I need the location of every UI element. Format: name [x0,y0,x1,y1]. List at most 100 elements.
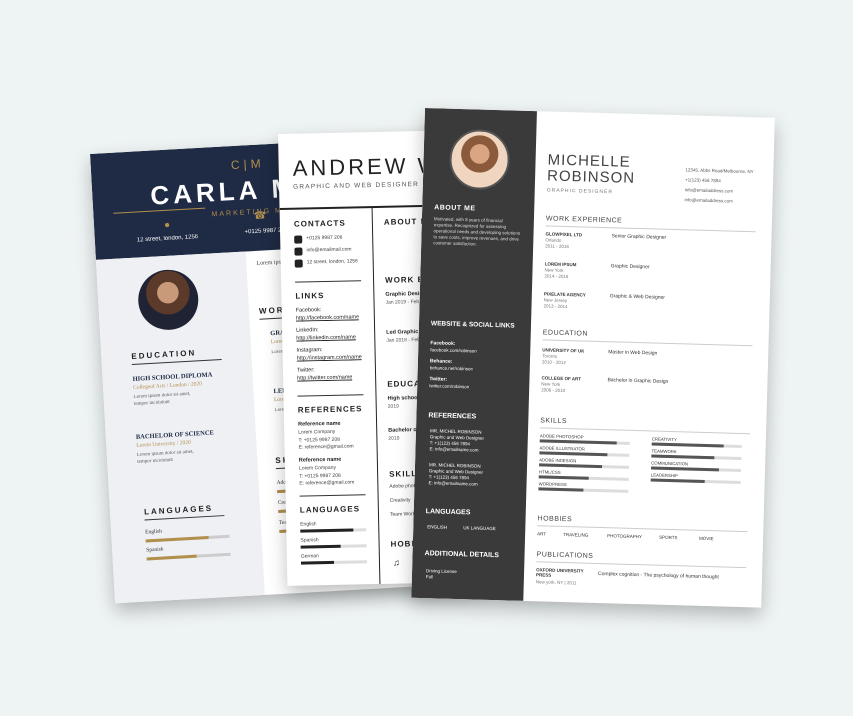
work-role: Graphic Designer [610,263,650,271]
work-place: Orlando [545,237,562,243]
skill-bar [650,478,741,484]
link-twitter[interactable]: http://twitter.com/name [297,374,352,381]
resume-michelle: ABOUT ME Motivated, with 8 years of fina… [411,108,775,608]
edu-years: 2010 - 2012 [541,359,567,366]
skill-name: TEAMWORK [651,448,677,455]
pin-icon: ● [163,219,171,231]
publications-heading: PUBLICATIONS [536,551,594,560]
lang-name: Spanish [146,546,164,554]
lang-bar [145,534,230,543]
pin-icon [294,259,303,268]
skill-bar [651,442,742,448]
hobby-item: PHOTOGRAPHY [607,533,643,540]
hobby-item: TRAVELING [563,532,589,538]
skills-heading: SKILLS [540,417,568,426]
lang-bar [300,560,368,565]
ref-heading: REFERENCES [428,412,477,421]
skill-bar [650,466,742,472]
web-facebook[interactable]: facebook.com/robinson [430,347,477,353]
ref-email: E: reference@gmail.com [299,479,355,487]
avatar [136,268,200,332]
lang-item: ENGLISH [427,524,448,530]
additional-heading: ADDITIONAL DETAILS [424,550,500,560]
divider [542,339,753,347]
languages-heading: LANGUAGES [299,504,361,515]
contact-address: 12345, Abbs Road/Melbourne, NY [685,167,754,175]
skill-name: LEADERSHIP [650,472,679,479]
divider [295,280,362,283]
lang-name: English [300,521,317,528]
lang-item: UK LANGUAGE [463,525,496,532]
edu-degree: Bachelor in Graphic Design [607,377,669,385]
andrew-title: GRAPHIC AND WEB DESIGNER [293,181,420,191]
divider [299,494,366,497]
education-heading: EDUCATION [131,348,197,361]
pub-place: New york, NY | 2011 [535,579,577,586]
carla-left-column: EDUCATION HIGH SCHOOL DIPLOMA Collegeof … [95,251,266,604]
contact-email: info@emailmail.com [306,246,352,254]
edu-text: Lorem ipsum dolor sit amet, [133,391,191,400]
phone-icon: ☎ [253,210,267,222]
contact-phone: +1(123) 456 7894 [685,177,721,184]
skill-bar [539,463,630,469]
lang-heading: LANGUAGES [425,508,471,517]
contact-email: info@emailaddress.com [684,187,734,194]
skill-name: Team Work [389,511,416,518]
michelle-name-last: ROBINSON [546,167,636,187]
ref-email: E: reference@gmail.com [298,443,354,451]
edu-degree: Master in Web Design [608,349,658,357]
edu-dates: 2019 [388,435,400,442]
skill-bar [539,451,630,457]
pub-title: Complex cognition - The psychology of hu… [597,571,719,581]
work-years: 2014 - 2016 [544,273,569,280]
link-facebook[interactable]: http://facebook.com/name [296,314,359,321]
work-place: New Jersey [543,297,568,304]
work-years: 2011 - 2016 [545,243,569,250]
divider [545,225,756,233]
work-heading: WORK EXPERIENCE [545,215,623,225]
michelle-sidebar: ABOUT ME Motivated, with 8 years of fina… [411,108,537,601]
link-label: LinkedIn: [296,327,319,334]
link-linkedin[interactable]: http://linkedin.com/name [296,334,356,341]
skill-name: COMMUNICATION [651,460,689,467]
avatar [448,128,511,191]
edu-sub: Collegeof Arts / London / 2020 [132,381,203,391]
contact-web: info@emailaddress.com [684,197,733,204]
web-behance[interactable]: behance.net/robinson [430,365,473,371]
additional-item: Full [425,574,434,580]
edu-text: tempor incididunt [137,457,174,465]
link-instagram[interactable]: http://instagram.com/name [297,354,362,361]
skill-bar [538,487,629,493]
edu-title: BACHELOR OF SCIENCE [135,429,215,441]
hobby-item: MOVIE [699,535,714,542]
contact-address: 12 street, london, 1256 [306,258,358,266]
edu-dates: 2019 [387,403,399,410]
lang-bar [300,528,367,533]
web-label: Facebook: [430,340,456,347]
edu-text: Lorem ipsum dolor sit amet, [136,449,194,458]
skill-bar [651,454,742,460]
additional-item: Driving License [426,568,457,575]
hobby-item: SPORTS [659,534,678,541]
ref-phone: T: +0125 9987 208 [298,436,341,444]
edu-sub: Lorem University / 2020 [136,439,191,449]
edu-title: Bachelor of [388,427,419,434]
work-place: New York [544,267,564,273]
edu-title: High school [387,395,420,402]
lang-name: Spanish [300,537,319,544]
skill-bar [539,439,630,445]
ref-company: Lorem Company [298,428,336,436]
skill-name: WORDPRESS [538,481,567,488]
web-twitter[interactable]: twitter.com/robinson [429,383,469,389]
languages-heading: LANGUAGES [143,503,214,517]
ref-email: E: info@emailname.com [429,446,479,453]
work-years: 2013 - 2014 [543,303,568,310]
hobby-item: ART [537,531,547,537]
skill-name: HTML/CSS [538,469,561,475]
carla-address: 12 street, london, 1256 [136,234,199,244]
contact-phone: +0125 9987 208 [306,234,343,242]
work-role: Graphic & Web Designer [609,293,666,301]
ref-name: Reference name [298,420,341,428]
link-label: Facebook: [295,307,322,314]
hobbies-heading: HOBBIES [537,515,573,524]
